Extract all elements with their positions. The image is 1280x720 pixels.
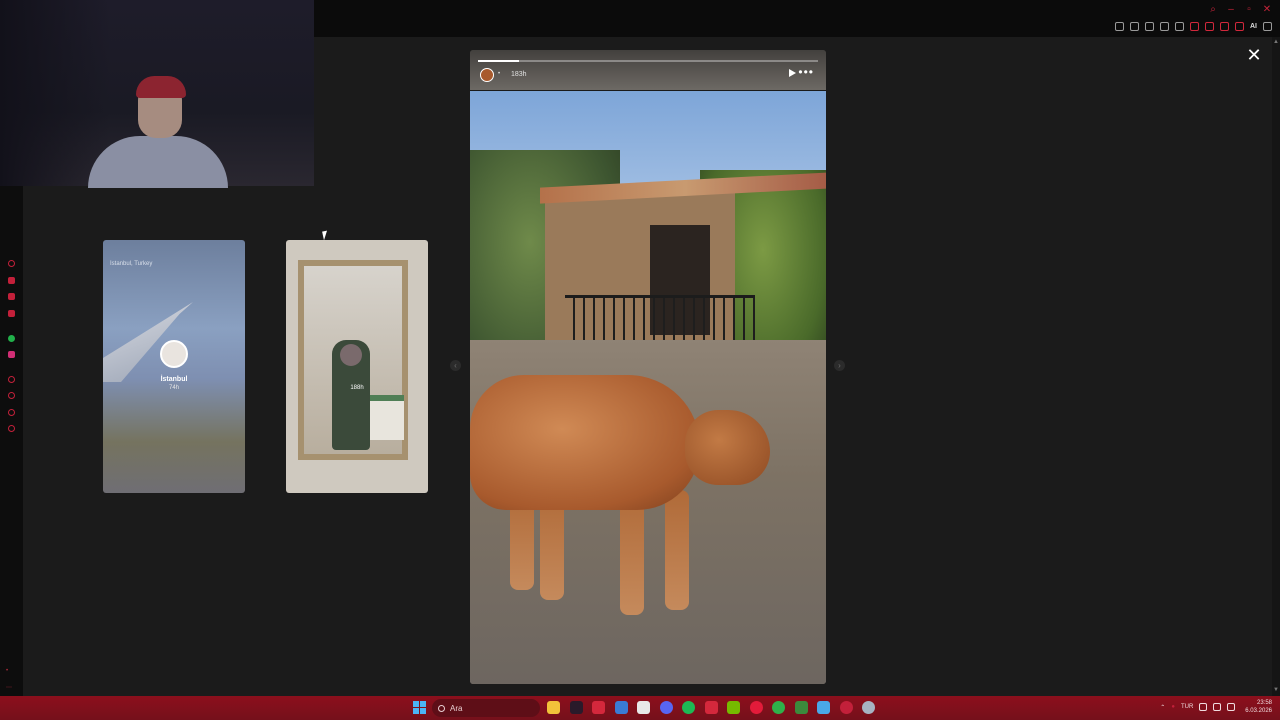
close-window-icon[interactable]: ✕ [1262, 4, 1272, 15]
store-icon[interactable] [637, 701, 650, 714]
opera-icon[interactable] [749, 701, 763, 714]
story-location: İstanbul, Turkey [110, 261, 153, 267]
browser-sidebar: • ⋯ [0, 186, 23, 696]
file-explorer-icon[interactable] [547, 701, 560, 714]
app-dark-icon[interactable] [569, 701, 583, 714]
send-icon[interactable] [1235, 22, 1244, 31]
story-progress-bar [478, 60, 818, 62]
window-controls: ⌕ – ▫ ✕ [1208, 4, 1272, 15]
story-viewer[interactable]: • 183h ••• [470, 50, 826, 684]
language-indicator[interactable]: TUR [1181, 704, 1193, 710]
taskbar-apps [547, 701, 875, 714]
security-icon[interactable] [592, 701, 605, 714]
taskbar-search[interactable]: Ara [432, 699, 540, 717]
sidebar-refresh-icon[interactable] [8, 260, 15, 267]
previous-story-button[interactable]: ‹ [450, 360, 461, 371]
webcam-overlay [0, 0, 314, 188]
sidebar-ellipsis-icon[interactable]: ⋯ [6, 684, 12, 691]
minecraft-icon[interactable] [794, 701, 808, 714]
screen: ⌕ – ▫ ✕ AI • ⋯ İstanbul, Turkey İstanbul… [0, 0, 1280, 720]
search-placeholder: Ara [450, 703, 463, 713]
clock-time: 23:58 [1256, 700, 1272, 706]
shield-icon[interactable] [1145, 22, 1154, 31]
letter-l-icon[interactable] [704, 701, 718, 714]
close-story-button[interactable]: ✕ [1246, 46, 1262, 64]
search-icon [438, 704, 445, 712]
sidebar-settings-icon[interactable] [8, 425, 15, 432]
discord-icon[interactable] [659, 701, 673, 714]
webcam-shadow [0, 0, 110, 186]
webcam-person-cap [136, 76, 186, 98]
next-story-button[interactable]: › [834, 360, 845, 371]
story-header-divider [470, 90, 826, 91]
system-tray: ⌃ ● TUR 23:58 6.03.2026 [1160, 699, 1272, 715]
story-age: 183h [511, 71, 527, 78]
chat-icon[interactable] [1190, 22, 1199, 31]
story-author-icon: • [498, 71, 501, 77]
mouse-cursor [322, 230, 329, 241]
notification-icon[interactable] [1227, 703, 1236, 711]
settings-icon[interactable] [862, 701, 875, 714]
dog-leg [665, 490, 689, 610]
app-blue-icon[interactable] [817, 701, 830, 714]
story-author-avatar[interactable] [480, 68, 494, 82]
dog-head-image [685, 410, 770, 485]
search-icon[interactable]: ⌕ [1208, 4, 1218, 15]
sidebar-instagram-icon[interactable] [8, 351, 15, 358]
mail-icon[interactable] [614, 701, 628, 714]
tabs-icon[interactable] [1130, 22, 1139, 31]
windows-start-icon[interactable] [413, 701, 426, 714]
lock-icon[interactable] [1205, 22, 1214, 31]
sidebar-clock-icon[interactable] [8, 392, 15, 399]
play-icon[interactable] [789, 69, 796, 77]
more-options-button[interactable]: ••• [798, 66, 814, 78]
minimize-icon[interactable]: – [1226, 4, 1236, 15]
heart-icon[interactable] [1175, 22, 1184, 31]
xbox-icon[interactable] [772, 701, 785, 714]
chrome-icon[interactable] [839, 701, 853, 714]
browser-toolbar: AI [1115, 22, 1272, 31]
story-avatar [160, 340, 188, 368]
story-thumbnail-mirror[interactable]: 188h [286, 240, 428, 493]
sidebar-more-icon[interactable]: • [6, 668, 8, 674]
ai-button[interactable]: AI [1250, 23, 1257, 30]
story-progress-fill [478, 60, 519, 62]
bed-image [366, 395, 404, 440]
network-icon[interactable] [1199, 703, 1208, 711]
dog-image [470, 375, 700, 510]
bookmark-icon[interactable] [1115, 22, 1124, 31]
volume-icon[interactable] [1213, 703, 1222, 711]
menu-icon[interactable] [1263, 22, 1272, 31]
sidebar-whatsapp-icon[interactable] [8, 335, 15, 342]
taskbar: Ara ⌃ ● TUR 23:58 6.03.2026 [0, 696, 1280, 720]
clock-date: 6.03.2026 [1245, 708, 1272, 714]
story-name: İstanbul [160, 376, 188, 383]
scroll-up-icon[interactable]: ▲ [1273, 39, 1279, 45]
page-scrollbar[interactable]: ▲ ▼ [1272, 37, 1280, 696]
spotify-icon[interactable] [682, 701, 695, 714]
sidebar-music-icon[interactable] [8, 376, 15, 383]
sidebar-lock-icon[interactable] [8, 277, 15, 284]
play-icon[interactable] [1160, 22, 1169, 31]
sidebar-shield-icon[interactable] [8, 293, 15, 300]
scroll-down-icon[interactable]: ▼ [1273, 687, 1279, 693]
story-age: 74h [168, 385, 179, 391]
tray-app-icon[interactable]: ● [1171, 704, 1175, 710]
sidebar-box-icon[interactable] [8, 310, 15, 317]
clock[interactable]: 23:58 6.03.2026 [1245, 699, 1272, 715]
sidebar-chat-icon[interactable] [8, 409, 15, 416]
story-thumbnail-istanbul[interactable]: İstanbul, Turkey İstanbul 74h [103, 240, 245, 493]
download-icon[interactable] [1220, 22, 1229, 31]
person-head-image [340, 344, 362, 366]
tray-chevron-icon[interactable]: ⌃ [1160, 704, 1165, 711]
story-age: 188h [350, 385, 364, 391]
maximize-icon[interactable]: ▫ [1244, 4, 1254, 15]
nvidia-icon[interactable] [727, 701, 740, 714]
